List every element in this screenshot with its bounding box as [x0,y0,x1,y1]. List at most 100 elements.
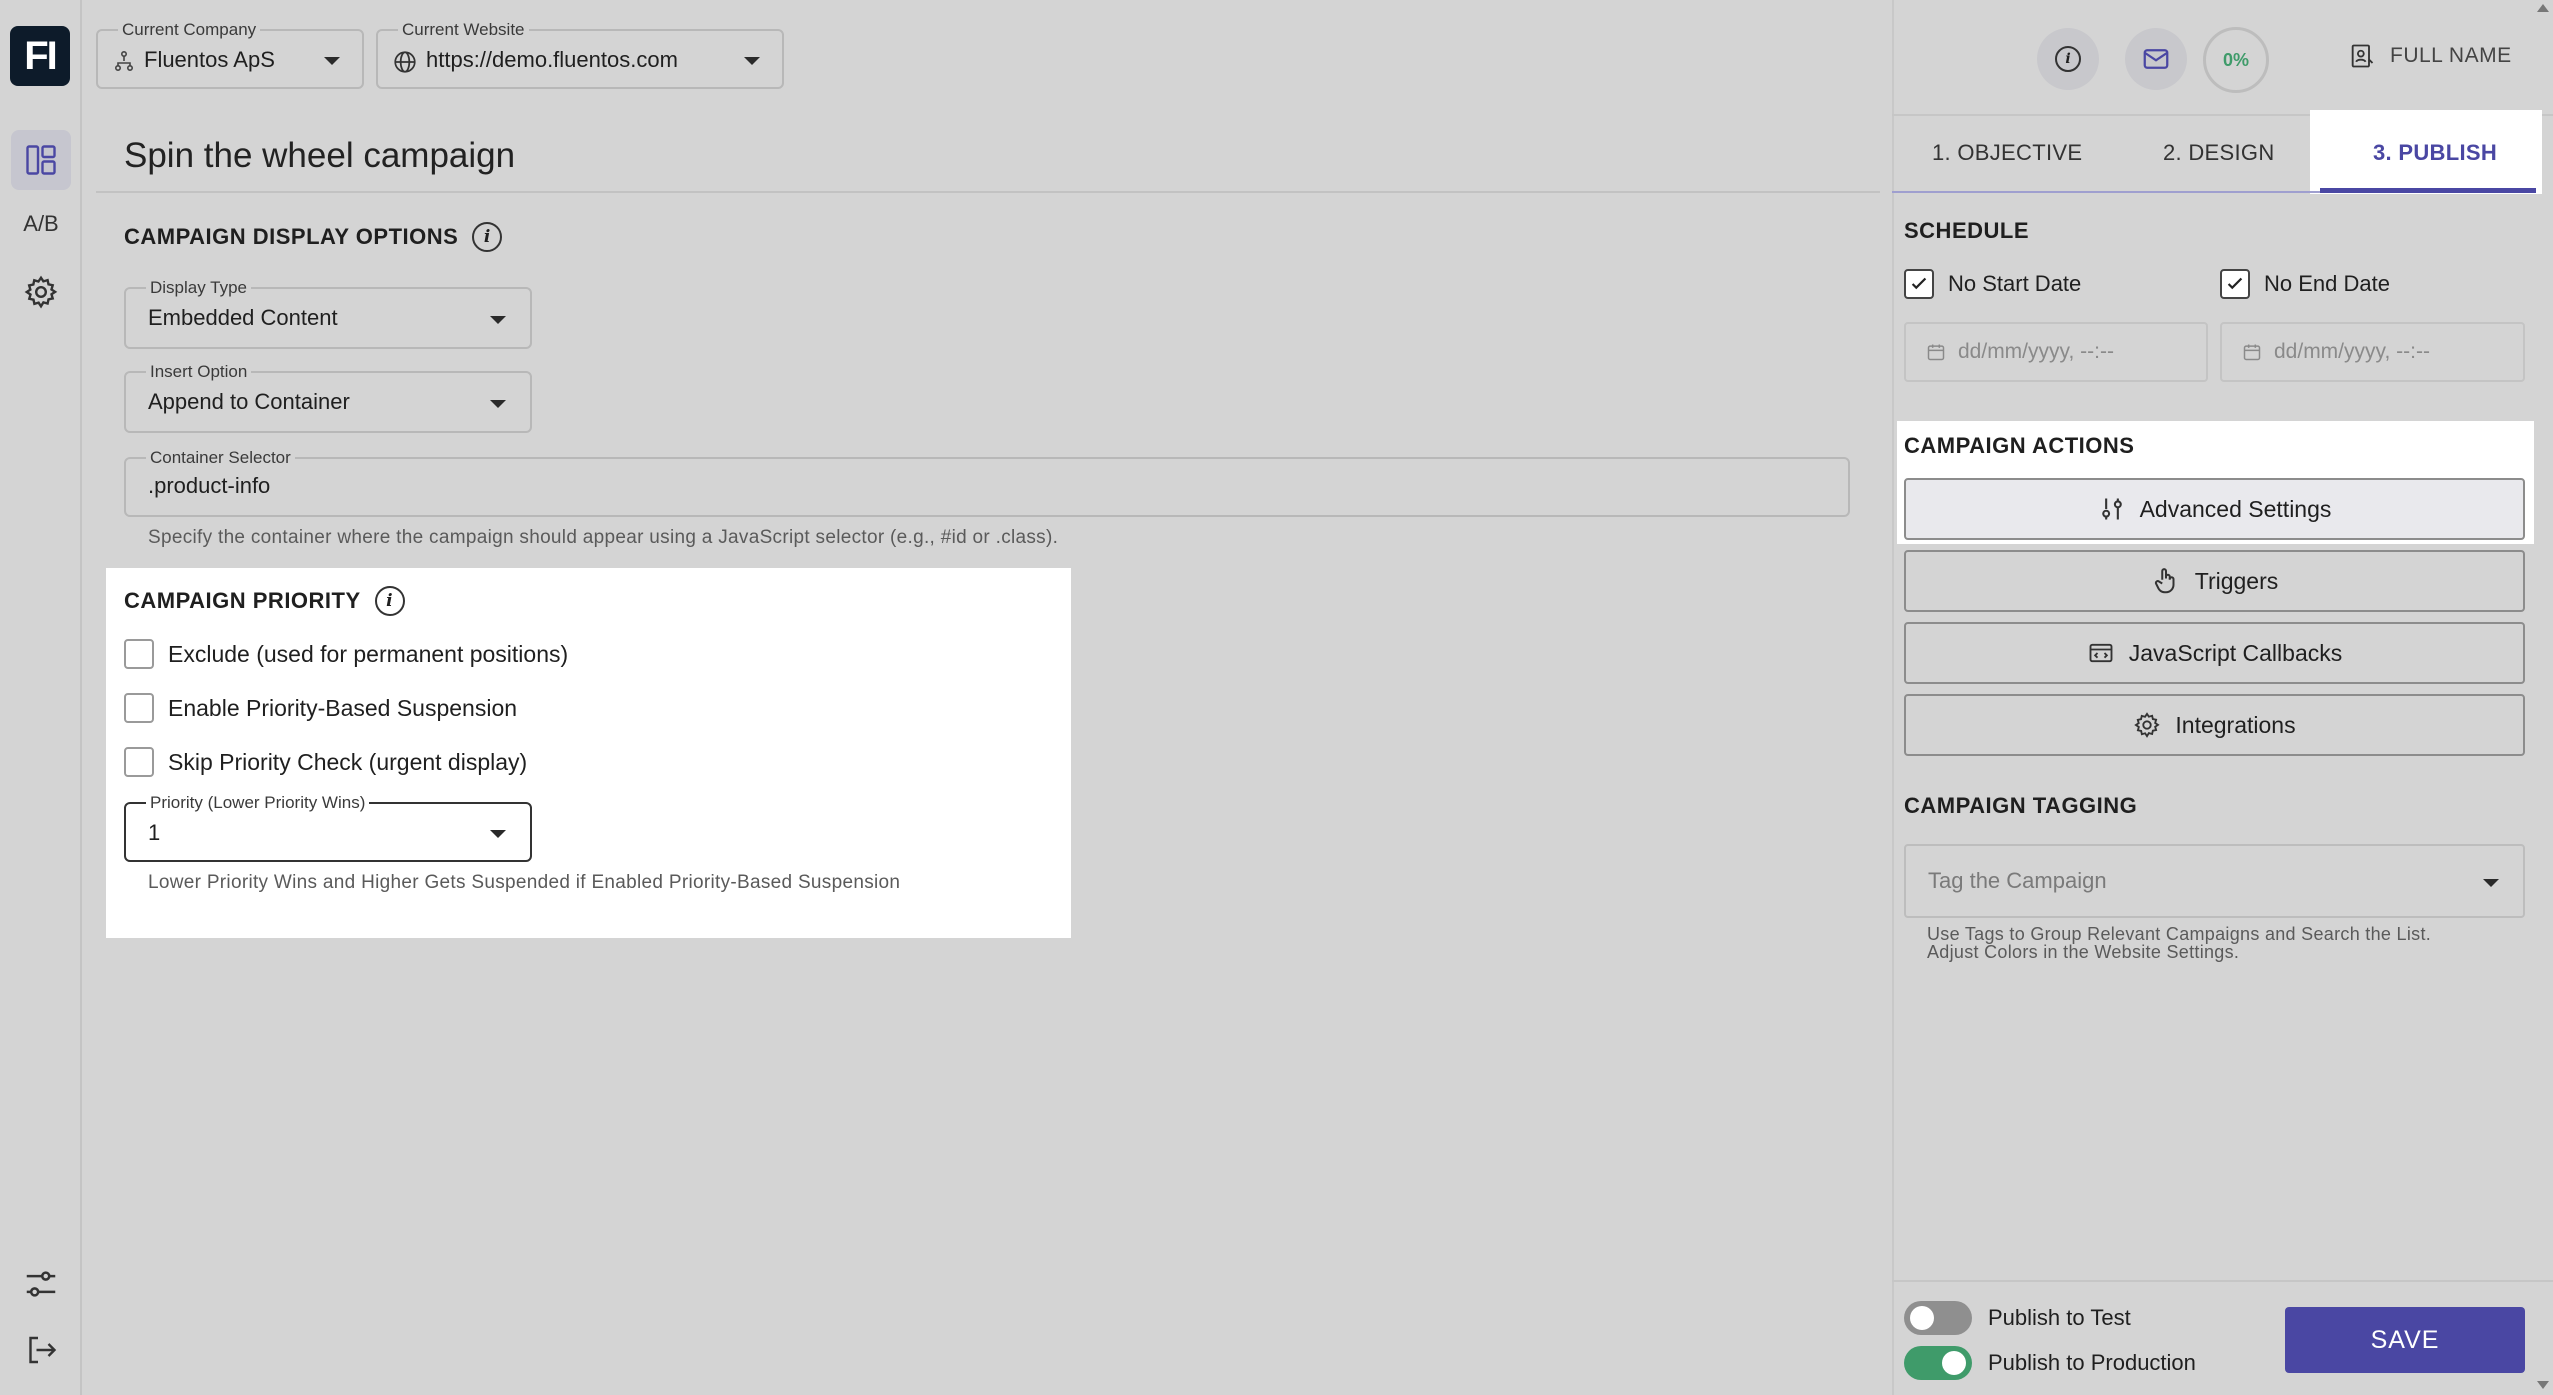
advanced-settings-label: Advanced Settings [2139,495,2332,522]
left-rail: FI A/B [0,0,82,1395]
skip-priority-checkbox-label: Skip Priority Check (urgent display) [168,748,528,775]
website-select-label: Current Website [398,20,529,40]
exclude-checkbox[interactable] [124,639,154,669]
settings-nav-button[interactable] [11,262,71,322]
triggers-button[interactable]: Triggers [1904,550,2525,612]
hand-pointer-icon [2154,568,2175,594]
container-selector-input[interactable]: Container Selector .product-info [124,448,1850,517]
publish-test-toggle[interactable] [1904,1301,1972,1335]
info-icon[interactable]: i [472,222,503,252]
javascript-callbacks-label: JavaScript Callbacks [2128,639,2343,666]
publish-test-label: Publish to Test [1988,1305,2131,1330]
skip-priority-checkbox-row[interactable]: Skip Priority Check (urgent display) [124,747,527,777]
active-tab-indicator [2320,188,2536,193]
priority-heading-text: CAMPAIGN PRIORITY [124,588,361,613]
chevron-down-icon [490,400,506,408]
info-button[interactable]: i [2037,28,2099,90]
ab-label: A/B [23,211,59,236]
chevron-down-icon [490,316,506,324]
container-selector-value: .product-info [148,473,271,498]
company-select[interactable]: Current Company Fluentos ApS [96,20,364,89]
no-start-date-checkbox[interactable] [1904,269,1934,299]
publish-production-label: Publish to Production [1988,1350,2196,1375]
suspension-checkbox-row[interactable]: Enable Priority-Based Suspension [124,693,517,723]
no-end-date-label: No End Date [2264,271,2390,296]
globe-icon [394,51,416,73]
info-icon: i [2055,46,2081,72]
title-divider [96,191,1880,193]
tag-campaign-select[interactable]: Tag the Campaign [1904,844,2525,918]
chevron-down-icon [2483,879,2499,887]
skip-priority-checkbox[interactable] [124,747,154,777]
tab-publish[interactable]: 3. PUBLISH [2373,140,2497,166]
campaign-tagging-heading: CAMPAIGN TAGGING [1904,793,2138,818]
no-end-date-row[interactable]: No End Date [2220,269,2390,299]
messages-button[interactable] [2125,28,2187,90]
exclude-checkbox-row[interactable]: Exclude (used for permanent positions) [124,639,568,669]
logout-nav-button[interactable] [11,1320,71,1380]
integrations-button[interactable]: Integrations [1904,694,2525,756]
display-type-value: Embedded Content [148,305,338,330]
javascript-callbacks-button[interactable]: JavaScript Callbacks [1904,622,2525,684]
display-type-label: Display Type [146,278,252,298]
org-icon [114,50,134,71]
website-select[interactable]: Current Website https://demo.fluentos.co… [376,20,784,89]
container-selector-label: Container Selector [146,448,295,468]
mail-icon [2143,49,2169,69]
gear-icon [24,275,58,309]
user-menu[interactable]: FULL NAME [2348,42,2512,70]
campaign-actions-heading: CAMPAIGN ACTIONS [1904,433,2135,458]
priority-helper: Lower Priority Wins and Higher Gets Susp… [148,872,901,893]
tab-objective[interactable]: 1. OBJECTIVE [1932,140,2082,166]
priority-select-label: Priority (Lower Priority Wins) [146,793,370,813]
tab-design[interactable]: 2. DESIGN [2163,140,2275,166]
priority-heading: CAMPAIGN PRIORITY i [124,586,405,616]
insert-option-select[interactable]: Insert Option Append to Container [124,362,532,433]
no-start-date-row[interactable]: No Start Date [1904,269,2081,299]
start-date-input[interactable]: dd/mm/yyyy, --:-- [1904,322,2208,382]
gear-icon [2134,712,2161,738]
suspension-checkbox[interactable] [124,693,154,723]
dashboard-icon [26,145,56,175]
adjustments-icon [2101,498,2122,520]
scroll-up-arrow[interactable] [2537,4,2549,12]
save-button[interactable]: SAVE [2285,1307,2525,1373]
campaigns-nav-button[interactable] [11,130,71,190]
priority-select[interactable]: Priority (Lower Priority Wins) 1 [124,793,532,862]
tagging-helper-line1: Use Tags to Group Relevant Campaigns and… [1927,924,2432,944]
progress-circle[interactable]: 0% [2203,27,2269,93]
chevron-down-icon [744,57,760,65]
advanced-settings-button[interactable]: Advanced Settings [1904,478,2525,540]
publish-production-toggle[interactable] [1904,1346,1972,1380]
insert-option-label: Insert Option [146,362,252,382]
scroll-down-arrow[interactable] [2537,1381,2549,1389]
info-icon[interactable]: i [374,586,405,616]
logout-icon [29,1336,57,1364]
display-type-select[interactable]: Display Type Embedded Content [124,278,532,349]
display-options-heading-text: CAMPAIGN DISPLAY OPTIONS [124,224,459,249]
no-end-date-checkbox[interactable] [2220,269,2250,299]
triggers-label: Triggers [2194,567,2279,594]
suspension-checkbox-label: Enable Priority-Based Suspension [168,694,518,721]
app-logo[interactable]: FI [10,26,70,86]
checkmark-icon [1911,277,1927,290]
display-options-heading: CAMPAIGN DISPLAY OPTIONS i [124,222,503,252]
schedule-heading: SCHEDULE [1904,218,2030,243]
calendar-icon [1927,344,1945,361]
sliders-icon [26,1271,56,1297]
chevron-down-icon [324,57,340,65]
end-date-input[interactable]: dd/mm/yyyy, --:-- [2220,322,2525,382]
toggle-knob [1942,1351,1966,1375]
user-profile-icon [2351,44,2374,68]
website-select-value: https://demo.fluentos.com [426,47,678,72]
ab-test-nav-button[interactable]: A/B [11,194,71,254]
company-select-value: Fluentos ApS [144,47,275,72]
page-title: Spin the wheel campaign [124,136,516,175]
insert-option-value: Append to Container [148,389,350,414]
user-name: FULL NAME [2390,44,2512,67]
no-start-date-label: No Start Date [1948,271,2082,296]
footer-divider [1892,1280,2553,1282]
integrations-label: Integrations [2175,711,2296,738]
checkmark-icon [2227,277,2243,290]
filters-nav-button[interactable] [11,1254,71,1314]
